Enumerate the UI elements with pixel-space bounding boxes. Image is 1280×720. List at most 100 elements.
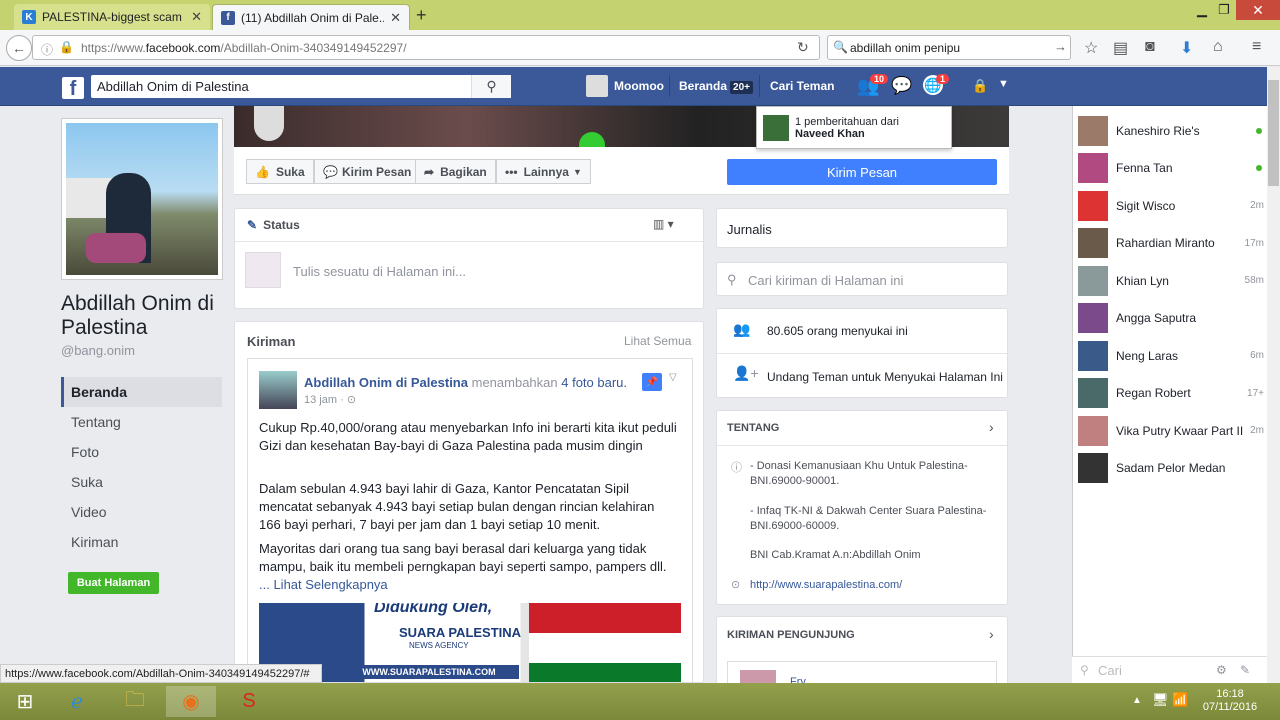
page-nav-video[interactable]: Video [61,497,222,527]
taskbar-clock[interactable]: 16:18 07/11/2016 [1200,688,1260,714]
send-message-button[interactable]: Kirim Pesan [727,159,997,185]
profile-picture[interactable] [61,118,223,280]
page-username[interactable]: @bang.onim [61,343,135,358]
reload-icon[interactable]: ↻ [797,39,809,56]
tab-facebook[interactable]: f (11) Abdillah Onim di Pale... ✕ [212,4,410,30]
post-author-link[interactable]: Abdillah Onim di Palestina [304,375,468,390]
download-icon[interactable]: ⬇ [1180,38,1193,58]
posting-as-selector[interactable]: ▥ ▾ [653,217,674,231]
chat-contact[interactable]: Fenna Tan [1078,150,1264,187]
divider [759,75,760,97]
new-tab-button[interactable]: + [416,5,427,26]
home-link[interactable]: Beranda 20+ [679,79,753,94]
status-tab[interactable]: ✎ Status [247,218,300,232]
clock-date: 07/11/2016 [1202,701,1258,713]
back-button[interactable]: ← [6,35,32,61]
page-category[interactable]: Jurnalis [727,222,772,237]
chat-contact-name: Khian Lyn [1116,273,1169,288]
url-prefix: https://www. [81,40,146,55]
find-friends-link[interactable]: Cari Teman [770,79,834,93]
chat-contact[interactable]: Vika Putry Kwaar Part II 2m [1078,412,1264,449]
chat-contact[interactable]: Sadam Pelor Medan [1078,450,1264,487]
message-label: Kirim Pesan [341,164,412,179]
profile-link[interactable]: Moomoo [614,79,664,93]
gear-icon[interactable]: ⚙ [1216,663,1227,677]
create-page-button[interactable]: Buat Halaman [68,572,159,594]
scrollbar-thumb[interactable] [1268,80,1279,186]
page-nav-suka[interactable]: Suka [61,467,222,497]
bookmark-star-icon[interactable]: ☆ [1084,38,1098,58]
tab-palestina[interactable]: K PALESTINA-biggest scam ... ✕ [14,4,210,30]
chat-search-input[interactable]: ⚲ Cari ⚙ ✎ [1072,656,1268,683]
compose-icon[interactable]: ✎ [1240,663,1250,677]
tray-up-arrow-icon[interactable]: ▲ [1132,695,1142,706]
page-nav-beranda[interactable]: Beranda [61,377,222,407]
window-close-button[interactable]: ✕ [1236,0,1280,20]
post-timestamp[interactable]: 13 jam · ⊙ [304,393,356,406]
chat-contact-name: Sigit Wisco [1116,198,1176,213]
chat-contact[interactable]: Angga Saputra [1078,300,1264,337]
internet-explorer-icon[interactable]: ℯ [52,686,102,717]
chevron-down-icon[interactable]: ▼ [998,78,1009,90]
chat-contact[interactable]: Neng Laras 6m [1078,337,1264,374]
file-explorer-icon[interactable]: 🗀 [110,686,160,717]
firefox-icon[interactable]: ◉ [166,686,216,717]
minimize-button[interactable]: ▁ [1190,2,1214,18]
facebook-logo-icon[interactable]: f [62,77,84,99]
tab-close-icon[interactable]: ✕ [191,9,202,25]
privacy-lock-icon[interactable]: 🔒 [972,78,988,94]
page-nav-tentang[interactable]: Tentang [61,407,222,437]
messages-icon[interactable]: 💬 [891,76,912,96]
info-icon[interactable]: ⓘ [41,41,53,58]
reading-list-icon[interactable]: ▤ [1113,38,1128,58]
tab-close-icon[interactable]: ✕ [390,10,401,26]
chat-contact[interactable]: Kaneshiro Rie's [1078,112,1264,149]
website-link[interactable]: http://www.suarapalestina.com/ [750,579,902,591]
post-menu-chevron-icon[interactable]: ▽ [669,372,677,383]
page-search-input[interactable]: Cari kiriman di Halaman ini [748,273,903,288]
browser-search-input[interactable]: 🔍 abdillah onim penipu → [827,35,1071,60]
chevron-right-icon[interactable]: › [989,419,994,435]
avatar [1078,453,1108,483]
more-button[interactable]: ••• Lainnya ▼ [496,159,591,184]
profile-avatar[interactable] [586,75,608,97]
chat-contact[interactable]: Regan Robert 17+ [1078,375,1264,412]
app-s-icon[interactable]: S [224,686,274,717]
chat-contact[interactable]: Sigit Wisco 2m [1078,187,1264,224]
restore-button[interactable]: ❐ [1212,2,1236,18]
status-input[interactable]: Tulis sesuatu di Halaman ini... [293,264,466,279]
friend-requests-badge: 10 [870,74,889,84]
post-photos-link[interactable]: 4 foto baru. [561,375,627,390]
post-author-avatar[interactable] [259,371,297,409]
chat-contact[interactable]: Khian Lyn 58m [1078,262,1264,299]
chevron-right-icon[interactable]: › [989,626,994,642]
like-button[interactable]: 👍 Suka [246,159,314,184]
url-bar[interactable]: ⓘ 🔒 https://www. facebook.com/Abdillah-On… [32,35,820,60]
tray-network-icon[interactable]: 🖥 [1152,692,1169,708]
facebook-search-input[interactable]: Abdillah Onim di Palestina [91,75,511,98]
home-label: Beranda [679,79,728,93]
page-post-search[interactable]: ⚲ Cari kiriman di Halaman ini [716,262,1008,296]
last-active-time: 17m [1244,237,1264,249]
tray-wifi-icon[interactable]: 📶 [1172,692,1188,708]
see-more-link[interactable]: ... Lihat Selengkapnya [259,576,388,594]
search-go-icon[interactable]: → [1054,39,1067,54]
start-windows-icon[interactable]: ⊞ [0,686,50,717]
chat-contact[interactable]: Rahardian Miranto 17m [1078,225,1264,262]
facebook-search-button[interactable]: ⚲ [471,75,511,98]
share-button[interactable]: ➦ Bagikan [415,159,496,184]
home-icon[interactable]: ⌂ [1213,38,1223,56]
pin-icon[interactable]: 📌 [642,373,662,391]
see-all-link[interactable]: Lihat Semua [624,334,691,348]
message-button[interactable]: 💬 Kirim Pesan [314,159,421,184]
likes-count[interactable]: 80.605 orang menyukai ini [767,324,908,338]
post-image[interactable]: Didukung Oleh, SUARA PALESTINA NEWS AGEN… [259,603,681,682]
menu-icon[interactable]: ≡ [1252,38,1261,56]
pocket-icon[interactable]: ◙ [1145,38,1155,56]
invite-friends-link[interactable]: Undang Teman untuk Menyukai Halaman Ini [767,370,1003,384]
page-nav-kiriman[interactable]: Kiriman [61,527,222,557]
notification-popover[interactable]: 1 pemberitahuan dari Naveed Khan [756,106,952,149]
page-avatar [245,252,281,288]
browser-tab-bar: K PALESTINA-biggest scam ... ✕ f (11) Ab… [0,0,1280,30]
page-nav-foto[interactable]: Foto [61,437,222,467]
